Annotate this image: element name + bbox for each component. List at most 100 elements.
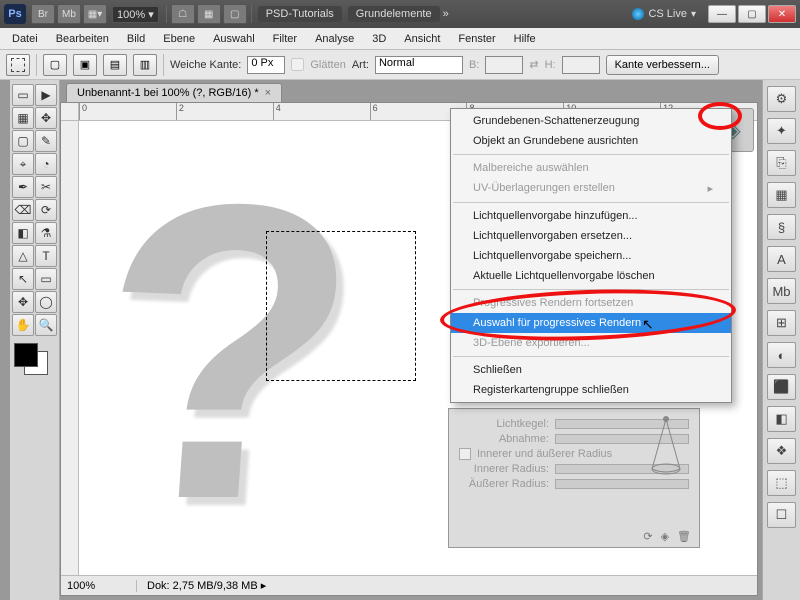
tool-blur[interactable]: ◧: [12, 222, 34, 244]
ctx-grundebenen[interactable]: Grundebenen-Schattenerzeugung: [451, 111, 731, 131]
menu-analyse[interactable]: Analyse: [309, 31, 360, 47]
menu-3d[interactable]: 3D: [366, 31, 392, 47]
window-minimize[interactable]: —: [708, 5, 736, 23]
ctx-licht-ersetzen[interactable]: Lichtquellenvorgaben ersetzen...: [451, 226, 731, 246]
view-hand-icon[interactable]: ☖: [171, 4, 195, 24]
sel-new-icon[interactable]: ▢: [43, 54, 67, 76]
tool-crop[interactable]: ▢: [12, 130, 34, 152]
tool-brush[interactable]: ◔: [35, 153, 57, 175]
tool-type[interactable]: T: [35, 245, 57, 267]
sel-intersect-icon[interactable]: ▥: [133, 54, 157, 76]
menu-ebene[interactable]: Ebene: [157, 31, 201, 47]
close-tab-icon[interactable]: ×: [265, 87, 271, 99]
menu-auswahl[interactable]: Auswahl: [207, 31, 261, 47]
marquee-icon[interactable]: [6, 54, 30, 76]
panel-foot-icon-2[interactable]: ◈: [661, 530, 669, 543]
document-tab[interactable]: Unbenannt-1 bei 100% (?, RGB/16) * ×: [66, 83, 282, 102]
panel-icon-1[interactable]: ⚙: [767, 86, 796, 112]
screen-mode-icon[interactable]: ▢: [223, 4, 247, 24]
antialias-checkbox: [291, 58, 304, 71]
ctx-licht-speichern[interactable]: Lichtquellenvorgabe speichern...: [451, 246, 731, 266]
tool-gradient[interactable]: ⟳: [35, 199, 57, 221]
sel-add-icon[interactable]: ▣: [73, 54, 97, 76]
cslive-label[interactable]: CS Live: [648, 8, 687, 20]
panel-icon-11[interactable]: ◧: [767, 406, 796, 432]
tool-dodge[interactable]: ⚗: [35, 222, 57, 244]
color-swatches[interactable]: [12, 343, 56, 373]
cslive-icon: [632, 8, 644, 20]
sel-sub-icon[interactable]: ▤: [103, 54, 127, 76]
selection-marquee: [266, 231, 416, 381]
tool-path[interactable]: ↖: [12, 268, 34, 290]
tool-lasso[interactable]: ▦: [12, 107, 34, 129]
ctx-schliessen[interactable]: Schließen: [451, 360, 731, 380]
tool-eraser[interactable]: ⌫: [12, 199, 34, 221]
panel-foot-icon-1[interactable]: ⟳: [643, 530, 652, 543]
tool-shape[interactable]: ▭: [35, 268, 57, 290]
panel-icon-7[interactable]: Mb: [767, 278, 796, 304]
status-dok[interactable]: Dok: 2,75 MB/9,38 MB ▸: [147, 579, 266, 592]
feather-input[interactable]: 0 Px: [247, 56, 285, 74]
layout-button[interactable]: ▦▾: [83, 4, 107, 24]
spotlight-cone-icon: [643, 415, 689, 475]
status-zoom[interactable]: 100%: [67, 580, 137, 592]
ctx-progressives-fortsetzen: Progressives Rendern fortsetzen: [451, 293, 731, 313]
tool-pen[interactable]: △: [12, 245, 34, 267]
tool-move[interactable]: ▶: [35, 84, 57, 106]
menu-fenster[interactable]: Fenster: [452, 31, 501, 47]
panel-icon-8[interactable]: ⊞: [767, 310, 796, 336]
tool-3d[interactable]: ✥: [12, 291, 34, 313]
menu-datei[interactable]: Datei: [6, 31, 44, 47]
refine-edge-button[interactable]: Kante verbessern...: [606, 55, 719, 75]
tool-marquee[interactable]: ▭: [12, 84, 34, 106]
workspace-tab-1[interactable]: PSD-Tutorials: [258, 6, 342, 22]
zoom-combo[interactable]: 100% ▾: [112, 6, 159, 23]
window-close[interactable]: ✕: [768, 5, 796, 23]
minibridge-button[interactable]: Mb: [57, 4, 81, 24]
view-grid-icon[interactable]: ▦: [197, 4, 221, 24]
panel-icon-3[interactable]: ⎘: [767, 150, 796, 176]
panel-icon-4[interactable]: ▦: [767, 182, 796, 208]
panel-icon-5[interactable]: §: [767, 214, 796, 240]
antialias-label: Glätten: [310, 59, 345, 71]
tool-wand[interactable]: ✥: [35, 107, 57, 129]
menu-ansicht[interactable]: Ansicht: [398, 31, 446, 47]
panel-icon-10[interactable]: ⬛: [767, 374, 796, 400]
ctx-auswahl-progressives-rendern[interactable]: Auswahl für progressives Rendern: [451, 313, 731, 333]
ctx-objekt-ausrichten[interactable]: Objekt an Grundebene ausrichten: [451, 131, 731, 151]
menu-filter[interactable]: Filter: [267, 31, 303, 47]
ctx-licht-hinzufuegen[interactable]: Lichtquellenvorgabe hinzufügen...: [451, 206, 731, 226]
window-maximize[interactable]: ▢: [738, 5, 766, 23]
tool-hand[interactable]: ✋: [12, 314, 34, 336]
menubar: Datei Bearbeiten Bild Ebene Auswahl Filt…: [0, 28, 800, 50]
menu-bild[interactable]: Bild: [121, 31, 151, 47]
style-combo[interactable]: Normal: [375, 56, 463, 74]
light-panel: Lichtkegel: Abnahme: Innerer und äußerer…: [448, 408, 700, 548]
menu-hilfe[interactable]: Hilfe: [508, 31, 542, 47]
fg-color[interactable]: [14, 343, 38, 367]
ruler-vertical[interactable]: [61, 121, 79, 575]
bridge-button[interactable]: Br: [31, 4, 55, 24]
workspace-tab-2[interactable]: Grundelemente: [348, 6, 440, 22]
tool-history[interactable]: ✂: [35, 176, 57, 198]
ctx-licht-loeschen[interactable]: Aktuelle Lichtquellenvorgabe löschen: [451, 266, 731, 286]
tool-stamp[interactable]: ✒: [12, 176, 34, 198]
tool-3dcam[interactable]: ◯: [35, 291, 57, 313]
panel-foot-icon-3[interactable]: 🗑: [677, 530, 691, 543]
panel-icon-14[interactable]: ☐: [767, 502, 796, 528]
tool-eyedropper[interactable]: ✎: [35, 130, 57, 152]
panel-icon-13[interactable]: ⬚: [767, 470, 796, 496]
tool-zoom[interactable]: 🔍: [35, 314, 57, 336]
workspace-more[interactable]: »: [443, 8, 449, 20]
tool-heal[interactable]: ⌖: [12, 153, 34, 175]
menu-bearbeiten[interactable]: Bearbeiten: [50, 31, 115, 47]
panel-icon-2[interactable]: ✦: [767, 118, 796, 144]
panel-icon-6[interactable]: A: [767, 246, 796, 272]
width-label: B:: [469, 59, 479, 71]
panel-icon-12[interactable]: ❖: [767, 438, 796, 464]
panel-icon-9[interactable]: ◐: [767, 342, 796, 368]
left-rail: [0, 80, 10, 600]
ctx-gruppe-schliessen[interactable]: Registerkartengruppe schließen: [451, 380, 731, 400]
inner-radius-label: Innerer Radius:: [459, 463, 549, 475]
panel-context-menu: Grundebenen-Schattenerzeugung Objekt an …: [450, 108, 732, 403]
